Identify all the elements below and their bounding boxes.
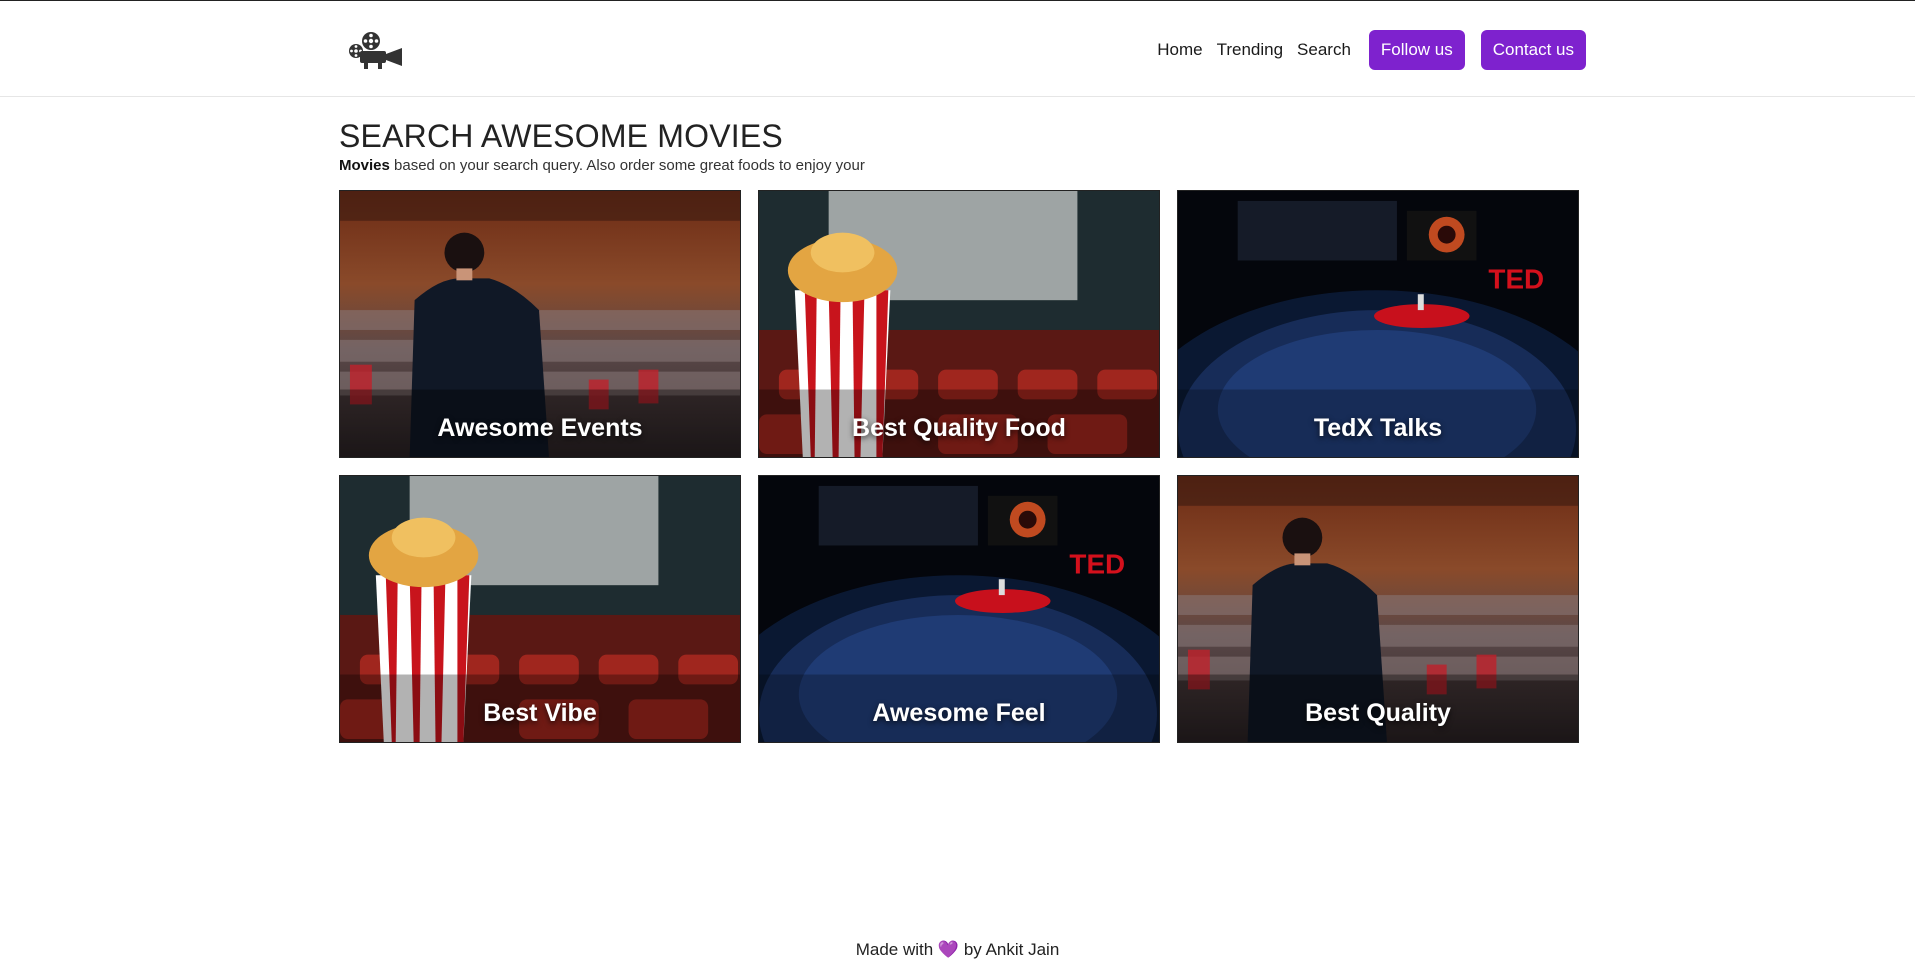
follow-us-button[interactable]: Follow us (1368, 30, 1465, 70)
contact-us-button[interactable]: Contact us (1480, 30, 1586, 70)
subtitle-text: based on your search query. Also order s… (389, 157, 865, 174)
site-footer: Made with 💜 by Ankit Jain (0, 940, 1915, 960)
card-title: TedX Talks (1313, 414, 1443, 442)
page-subtitle: Movies based on your search query. Also … (339, 157, 865, 174)
card-title: Best Quality Food (852, 414, 1066, 442)
page-title: SEARCH AWESOME MOVIES (339, 118, 783, 154)
svg-text:TED: TED (1488, 263, 1544, 294)
main-nav: Home Trending Search Follow us Contact u… (1157, 30, 1586, 70)
site-header: Home Trending Search Follow us Contact u… (0, 1, 1915, 97)
card-title: Best Quality (1305, 699, 1451, 727)
nav-search-link[interactable]: Search (1297, 40, 1351, 60)
card-best-quality[interactable]: Best Quality (1177, 475, 1579, 743)
nav-trending-link[interactable]: Trending (1217, 40, 1283, 60)
svg-text:TED: TED (1069, 548, 1125, 579)
card-tedx-talks[interactable]: TED TedX Talks (1177, 190, 1579, 458)
subtitle-bold: Movies (339, 157, 390, 174)
movie-camera-icon[interactable] (344, 29, 406, 71)
card-awesome-feel[interactable]: TED Awesome Feel (758, 475, 1160, 743)
heart-icon: 💜 (937, 940, 960, 959)
footer-prefix: Made with (855, 940, 934, 959)
footer-author: by Ankit Jain (963, 940, 1060, 959)
card-title: Best Vibe (483, 699, 597, 727)
card-awesome-events[interactable]: Awesome Events (339, 190, 741, 458)
card-best-quality-food[interactable]: Best Quality Food (758, 190, 1160, 458)
nav-home-link[interactable]: Home (1157, 40, 1202, 60)
card-best-vibe[interactable]: Best Vibe (339, 475, 741, 743)
card-title: Awesome Feel (872, 699, 1046, 727)
card-title: Awesome Events (437, 414, 643, 442)
